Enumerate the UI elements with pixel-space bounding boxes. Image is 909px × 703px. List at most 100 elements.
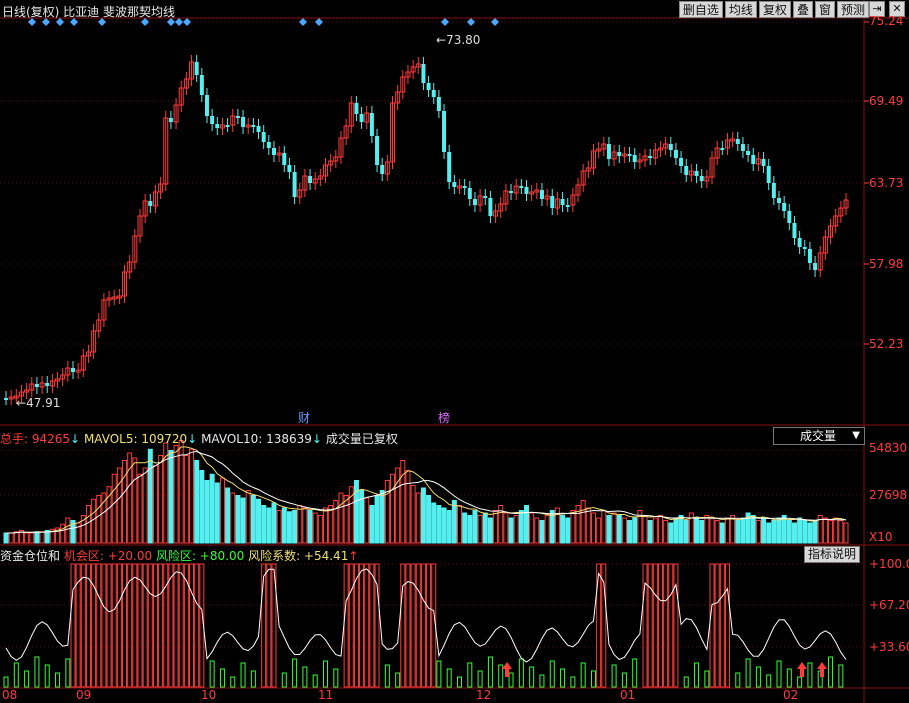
volume-bar [523,505,529,544]
volume-bar [668,522,674,544]
opportunity-bar [683,676,689,688]
candle-body [787,211,792,223]
risk-bar [194,563,200,688]
candle-body [467,188,472,199]
volume-bar [266,507,272,544]
volume-bar [302,507,308,544]
candle-body [261,132,266,142]
candle-body [509,191,514,193]
risk-bar [348,563,354,688]
indicator-tick: +100.0 [869,557,909,571]
opportunity-bar [580,662,586,688]
opportunity-bar [838,664,844,688]
candle-body [251,125,256,127]
remove-watchlist-button[interactable]: 删自选 [678,1,723,18]
candle-body [699,176,704,181]
volume-bar [91,498,97,544]
volume-bar [132,457,138,544]
volume-bar [256,498,262,544]
candle-body [782,203,787,211]
candle-body [199,75,204,95]
volume-bar [570,510,576,544]
volume-bar [405,470,411,544]
candle-body [45,383,50,386]
risk-bar [80,563,86,688]
volume-bar [219,477,225,544]
volume-bar [39,531,45,544]
indicator-dropdown[interactable]: 成交量 ▼ [773,427,865,445]
opportunity-bar [34,656,40,688]
chart-canvas[interactable] [0,0,909,703]
risk-bar [122,563,128,688]
candle-body [488,198,493,216]
volume-bar [261,505,267,544]
volume-bar [652,517,658,544]
volume-bar [343,495,349,544]
event-bang-marker[interactable]: 榜 [438,409,450,426]
candle-body [215,124,220,128]
volume-bar [709,517,715,544]
volume-bar [106,486,112,544]
volume-bar [271,502,277,544]
opportunity-bar [230,676,236,688]
opportunity-bar [611,664,617,688]
risk-bar [668,563,674,688]
price-tick: 52.23 [869,337,904,351]
opportunity-bar [456,676,462,688]
volume-bar [750,515,756,544]
candle-body [627,154,632,156]
opportunity-bar [786,668,792,688]
forecast-button[interactable]: 预测 [836,1,869,18]
volume-bar [199,470,205,544]
volume-bar [307,510,313,544]
opportunity-bar [766,674,772,688]
opportunity-bar [436,660,442,688]
signal-diamond [175,18,183,26]
risk-bar [101,563,107,688]
opportunity-bar [776,660,782,688]
volume-tick: 27698 [869,488,908,502]
buy-arrow-icon [502,662,512,677]
volume-bar [245,490,251,544]
volume-bar [152,465,158,544]
volume-bar [487,517,493,544]
opportunity-bar [518,658,524,688]
indicator-name: 资金仓位和 [0,549,61,563]
volume-bar [204,480,210,544]
candle-body [539,190,544,199]
price-tick: 75.24 [869,14,904,28]
candle-body [426,83,431,90]
volume-bar [456,505,462,544]
indicator-help-button[interactable]: 指标说明 [804,546,861,563]
risk-bar [163,563,169,688]
candle-body [452,182,457,187]
volume-bar [250,495,256,544]
dropdown-label: 成交量 [800,429,837,443]
volume-bar [189,448,195,544]
candle-body [204,95,209,116]
volume-bar [503,512,509,544]
adjust-button[interactable]: 复权 [758,1,791,18]
window-button[interactable]: 窗 [814,1,835,18]
candle-body [148,201,153,206]
volume-bar [225,487,231,544]
volume-bar [776,517,782,544]
volume-bar [590,512,596,544]
opportunity-bar [560,668,566,688]
candle-body [447,152,452,182]
ma-button[interactable]: 均线 [724,1,757,18]
candle-body [777,198,782,203]
volume-bar [13,531,19,544]
volume-bar [214,482,220,544]
volume-bar [312,512,318,544]
event-cai-marker[interactable]: 财 [298,409,310,426]
volume-bar [122,460,128,544]
opportunity-bar [487,656,493,688]
opportunity-bar [292,658,298,688]
volume-bar [539,520,545,544]
volume-bar [338,492,344,544]
candle-body [746,151,751,155]
overlay-button[interactable]: 叠 [792,1,813,18]
candle-body [519,186,524,188]
candle-body [287,165,292,172]
